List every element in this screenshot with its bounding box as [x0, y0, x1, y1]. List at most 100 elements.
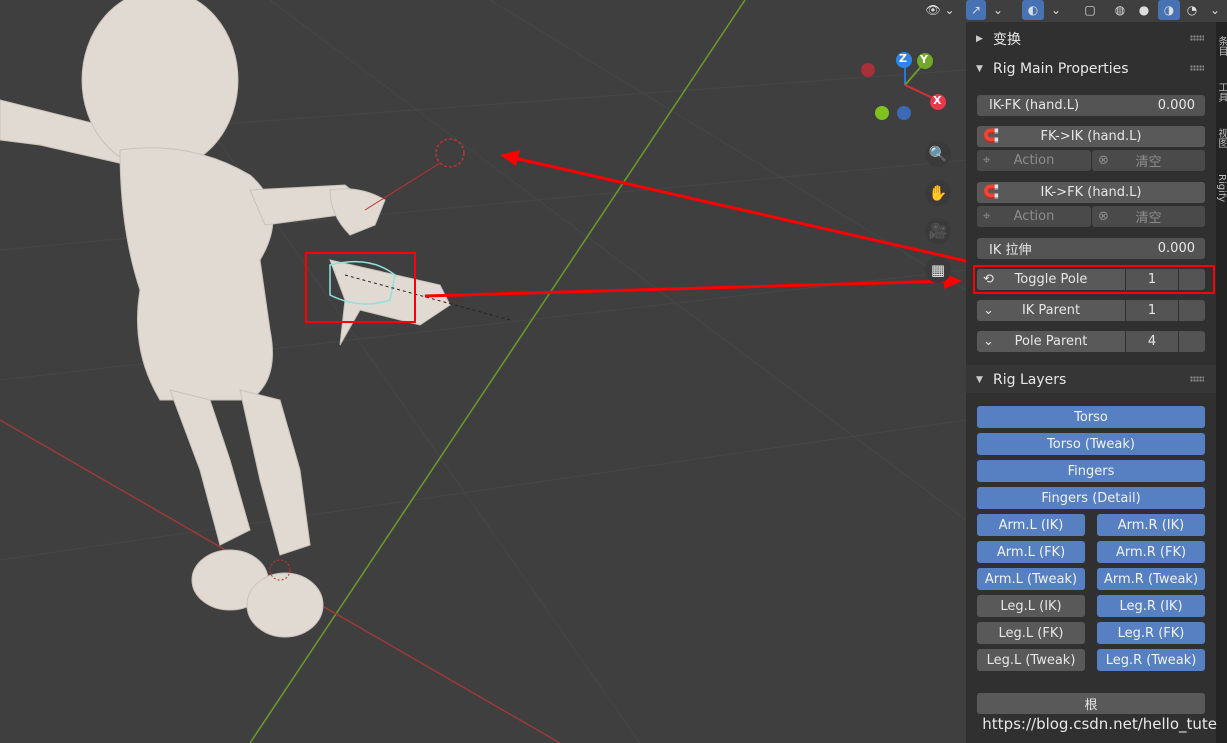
sidebar-panel: ▶ 变换 ▼ Rig Main Properties IK-FK (hand.L…	[966, 22, 1216, 743]
root-layer-button[interactable]: 根	[977, 693, 1205, 714]
chevron-down-icon[interactable]: ⌄	[988, 0, 1008, 20]
character-model	[0, 0, 451, 638]
viewport-header: 👁 ⌄ ↗ ⌄ ◐ ⌄ ▢ ◍ ● ◑ ◔ ⌄	[918, 0, 1227, 22]
layer-button[interactable]: Arm.R (Tweak)	[1097, 568, 1205, 590]
layer-button[interactable]: Arm.L (IK)	[977, 514, 1085, 536]
root-label: 根	[1084, 698, 1098, 713]
expanded-triangle-icon: ▼	[976, 64, 983, 74]
section-title: Rig Main Properties	[993, 61, 1129, 77]
layer-button[interactable]: Leg.L (IK)	[977, 595, 1085, 617]
gizmo-x-label: X	[933, 94, 942, 107]
chevron-down-icon: ⌄	[983, 334, 994, 349]
clear-x-icon: ⊗	[1098, 209, 1109, 224]
layer-button[interactable]: Arm.R (IK)	[1097, 514, 1205, 536]
ik-parent-value[interactable]: 1	[1126, 300, 1178, 321]
collapsed-triangle-icon: ▶	[976, 34, 983, 44]
grid-perspective-icon[interactable]: ▦	[925, 257, 951, 283]
ikfk-value: 0.000	[1157, 98, 1195, 113]
gizmo-y-label: Y	[920, 53, 928, 66]
3d-viewport[interactable]: Z Y X 🔍 ✋ 🎥 ▦	[0, 0, 966, 743]
layer-button[interactable]: Leg.L (Tweak)	[977, 649, 1085, 671]
clear-label: 清空	[1135, 211, 1162, 226]
sidebar-tab[interactable]: 工具	[1216, 82, 1227, 102]
sidebar-tab[interactable]: Rigify	[1216, 174, 1227, 202]
eyedropper-icon: ⌖	[983, 209, 991, 224]
ik-stretch-slider[interactable]: IK 拉伸 0.000	[977, 238, 1205, 259]
fk-to-ik-button[interactable]: 🧲 FK->IK (hand.L)	[977, 126, 1205, 147]
sidebar-tab[interactable]: 条目	[1216, 36, 1227, 56]
gizmo-toggle-icon[interactable]: ↗	[966, 0, 986, 20]
solid-shading-icon[interactable]: ●	[1134, 0, 1154, 20]
section-rig-layers[interactable]: ▼ Rig Layers	[966, 367, 1216, 393]
section-title: Rig Layers	[993, 372, 1067, 388]
fk-to-ik-action-button[interactable]: ⌖ Action	[977, 150, 1091, 171]
layer-button[interactable]: Torso (Tweak)	[977, 433, 1205, 455]
drag-grip-icon[interactable]	[1190, 65, 1204, 71]
drag-grip-icon[interactable]	[1190, 376, 1204, 382]
hand-pan-icon[interactable]: ✋	[925, 180, 951, 206]
section-rig-main[interactable]: ▼ Rig Main Properties	[966, 56, 1216, 82]
ik-parent-label: IK Parent	[1021, 303, 1081, 318]
chevron-down-icon[interactable]: ⌄	[1206, 0, 1224, 20]
snap-icon: 🧲	[983, 129, 1000, 144]
pole-parent-picker-icon[interactable]	[1179, 331, 1205, 352]
layer-button[interactable]: Torso	[977, 406, 1205, 428]
annotation-arrow-panel	[424, 279, 951, 298]
layer-button[interactable]: Leg.R (FK)	[1097, 622, 1205, 644]
pole-target	[435, 138, 465, 168]
wireframe-shading-icon[interactable]: ◍	[1110, 0, 1130, 20]
fk-to-ik-clear-button[interactable]: ⊗ 清空	[1092, 150, 1205, 171]
layer-button[interactable]: Leg.R (Tweak)	[1097, 649, 1205, 671]
annotation-arrow-pole	[509, 155, 966, 263]
ik-to-fk-action-button[interactable]: ⌖ Action	[977, 206, 1091, 227]
ik-to-fk-button[interactable]: 🧲 IK->FK (hand.L)	[977, 182, 1205, 203]
ik-to-fk-clear-button[interactable]: ⊗ 清空	[1092, 206, 1205, 227]
watermark: https://blog.csdn.net/hello_tute	[982, 715, 1217, 733]
expanded-triangle-icon: ▼	[976, 375, 983, 385]
gizmo-z-label: Z	[899, 52, 907, 65]
pole-parent-dropdown[interactable]: ⌄ Pole Parent	[977, 331, 1125, 352]
zoom-icon[interactable]: 🔍	[925, 141, 951, 167]
pole-line	[364, 162, 441, 211]
clear-label: 清空	[1135, 155, 1162, 170]
viewport-scene	[0, 0, 966, 743]
y-axis-line	[249, 0, 746, 743]
annotation-box-toggle-pole	[973, 265, 1215, 294]
ik-stretch-label: IK 拉伸	[989, 243, 1032, 258]
clear-x-icon: ⊗	[1098, 153, 1109, 168]
layer-button[interactable]: Leg.R (IK)	[1097, 595, 1205, 617]
layer-button[interactable]: Leg.L (FK)	[977, 622, 1085, 644]
ik-to-fk-label: IK->FK (hand.L)	[1040, 185, 1142, 200]
layer-button[interactable]: Fingers	[977, 460, 1205, 482]
sidebar-tab[interactable]: 视图	[1216, 128, 1227, 148]
layer-button[interactable]: Arm.L (FK)	[977, 541, 1085, 563]
camera-icon[interactable]: 🎥	[925, 218, 951, 244]
ik-parent-number: 1	[1147, 303, 1157, 318]
layer-button[interactable]: Fingers (Detail)	[977, 487, 1205, 509]
chevron-down-icon: ⌄	[983, 303, 994, 318]
pole-parent-value[interactable]: 4	[1126, 331, 1178, 352]
rendered-shading-icon[interactable]: ◔	[1182, 0, 1202, 20]
xray-icon[interactable]: ▢	[1080, 0, 1100, 20]
visibility-icon[interactable]: 👁 ⌄	[920, 0, 960, 20]
overlay-toggle-icon[interactable]: ◐	[1022, 0, 1044, 20]
ik-parent-picker-icon[interactable]	[1179, 300, 1205, 321]
action-label: Action	[1013, 209, 1055, 224]
layer-button[interactable]: Arm.L (Tweak)	[977, 568, 1085, 590]
ik-stretch-value: 0.000	[1157, 241, 1195, 256]
chevron-down-icon[interactable]: ⌄	[1046, 0, 1066, 20]
layer-button[interactable]: Arm.R (FK)	[1097, 541, 1205, 563]
material-shading-icon[interactable]: ◑	[1158, 0, 1180, 20]
ikfk-label: IK-FK (hand.L)	[989, 98, 1080, 113]
eyedropper-icon: ⌖	[983, 153, 991, 168]
sidebar-tabs: 条目工具视图 Rigify	[1216, 22, 1227, 743]
pole-parent-number: 4	[1147, 334, 1157, 349]
fk-to-ik-label: FK->IK (hand.L)	[1040, 129, 1142, 144]
section-transform[interactable]: ▶ 变换	[966, 26, 1216, 52]
snap-icon: 🧲	[983, 185, 1000, 200]
action-label: Action	[1013, 153, 1055, 168]
ikfk-slider[interactable]: IK-FK (hand.L) 0.000	[977, 95, 1205, 116]
drag-grip-icon[interactable]	[1190, 35, 1204, 41]
pole-parent-label: Pole Parent	[1014, 334, 1088, 349]
ik-parent-dropdown[interactable]: ⌄ IK Parent	[977, 300, 1125, 321]
